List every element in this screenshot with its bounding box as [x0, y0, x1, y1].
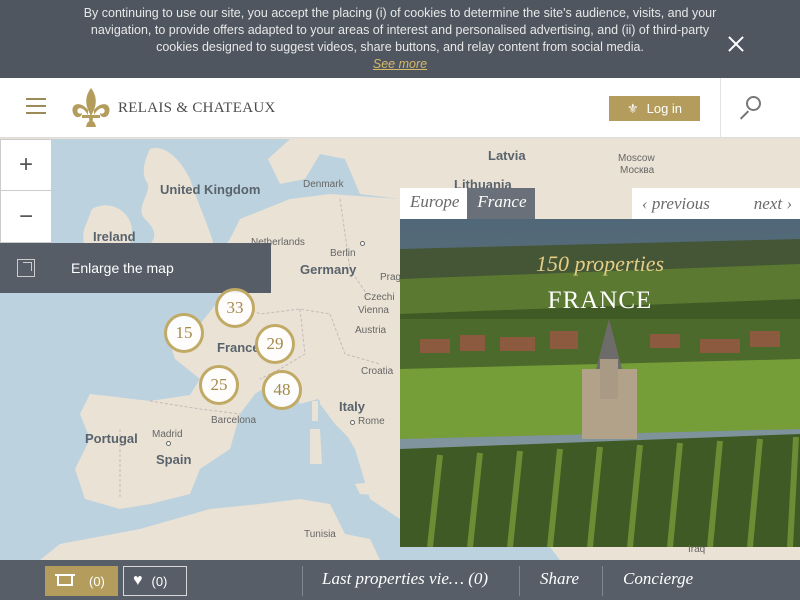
basket-button[interactable]: (0) — [45, 566, 118, 596]
place-label: Latvia — [488, 148, 526, 163]
logo[interactable]: RELAIS & CHATEAUX — [68, 86, 276, 130]
city-dot — [166, 441, 171, 446]
city-dot — [350, 420, 355, 425]
map-cluster[interactable]: 48 — [262, 370, 302, 410]
basket-icon — [55, 574, 75, 586]
zoom-out-button[interactable]: − — [1, 191, 51, 242]
map[interactable]: Latvia Lithuania Moscow Москва United Ki… — [0, 139, 800, 560]
enlarge-map-label: Enlarge the map — [71, 260, 174, 276]
place-label: Ireland — [93, 229, 136, 244]
previous-button[interactable]: ‹ previous — [642, 194, 710, 214]
place-label: Москва — [620, 165, 655, 176]
tab-france[interactable]: France — [467, 188, 535, 219]
enlarge-map-button[interactable]: Enlarge the map — [0, 243, 271, 293]
place-label: Vienna — [358, 305, 389, 316]
region-tabs: Europe France — [400, 188, 535, 219]
place-label: Berlin — [330, 248, 356, 259]
zoom-control: + − — [0, 139, 52, 243]
place-label: Austria — [355, 325, 387, 336]
place-label: Spain — [156, 452, 192, 467]
place-label: Moscow — [618, 153, 655, 164]
map-cluster[interactable]: 29 — [255, 324, 295, 364]
city-dot — [360, 241, 365, 246]
pagination: ‹ previous next › — [632, 188, 800, 219]
divider — [602, 566, 603, 596]
property-count: 150 properties — [535, 251, 665, 276]
header-divider — [720, 78, 721, 138]
last-viewed-link[interactable]: Last properties vie… (0) — [322, 569, 488, 589]
place-label: Madrid — [152, 429, 183, 440]
fleur-de-lis-icon — [72, 88, 110, 127]
place-label: Portugal — [85, 431, 138, 446]
fleur-de-lis-icon: ⚜ — [626, 100, 639, 116]
next-button[interactable]: next › — [754, 194, 792, 214]
place-label: Germany — [300, 262, 357, 277]
map-cluster[interactable]: 33 — [215, 288, 255, 328]
close-icon[interactable] — [728, 36, 744, 52]
heart-icon: ♥ — [133, 572, 143, 589]
place-label: Rome — [358, 416, 385, 427]
login-label: Log in — [646, 101, 683, 116]
site-header: RELAIS & CHATEAUX ⚜ Log in — [0, 78, 800, 138]
region-photo[interactable]: 150 properties FRANCE — [400, 219, 800, 547]
favorites-count: (0) — [151, 573, 168, 589]
favorites-button[interactable]: ♥ (0) — [123, 566, 187, 596]
login-button[interactable]: ⚜ Log in — [609, 96, 700, 121]
map-cluster[interactable]: 15 — [164, 313, 204, 353]
next-label: next — [753, 193, 783, 213]
place-label: Barcelona — [211, 415, 257, 426]
place-label: United Kingdom — [160, 182, 261, 197]
place-label: Italy — [339, 399, 366, 414]
concierge-link[interactable]: Concierge — [623, 569, 693, 589]
cookie-text: By continuing to use our site, you accep… — [83, 6, 717, 54]
see-more-link[interactable]: See more — [373, 57, 427, 71]
cookie-banner: By continuing to use our site, you accep… — [0, 0, 800, 78]
menu-icon[interactable] — [26, 98, 46, 114]
place-label: Croatia — [361, 366, 394, 377]
expand-icon — [17, 259, 35, 277]
place-label: Denmark — [303, 179, 344, 190]
tab-europe[interactable]: Europe — [400, 188, 468, 219]
place-label: France — [217, 340, 260, 355]
region-name: FRANCE — [547, 287, 653, 314]
divider — [302, 566, 303, 596]
bottom-bar: (0) ♥ (0) Last properties vie… (0) Share… — [0, 560, 800, 600]
place-label: Czechi — [364, 292, 395, 303]
logo-text: RELAIS & CHATEAUX — [118, 99, 276, 116]
share-link[interactable]: Share — [540, 569, 579, 589]
place-label: Prag — [380, 272, 402, 283]
place-label: Iraq — [688, 544, 706, 555]
place-label: Tunisia — [304, 529, 336, 540]
map-cluster[interactable]: 25 — [199, 365, 239, 405]
previous-label: previous — [651, 193, 710, 213]
basket-count: (0) — [89, 573, 105, 589]
zoom-in-button[interactable]: + — [1, 140, 51, 191]
divider — [519, 566, 520, 596]
search-icon[interactable] — [738, 94, 766, 122]
